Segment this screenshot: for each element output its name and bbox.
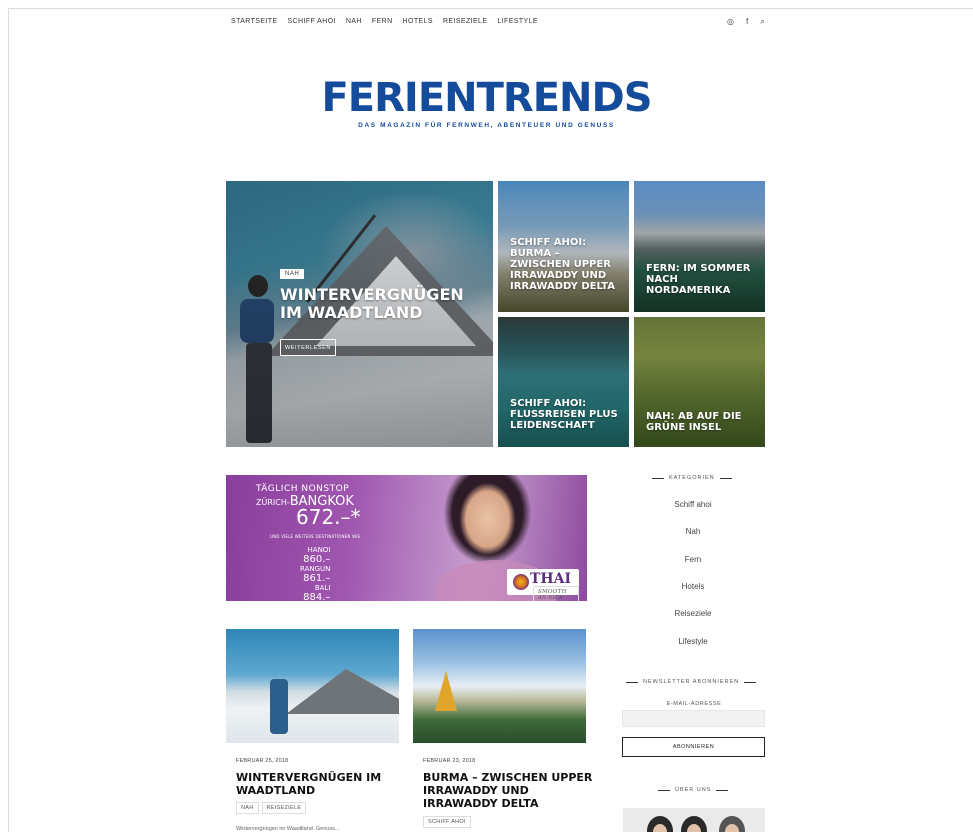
- post-title[interactable]: WINTERVERGNÜGEN IM WAADTLAND: [236, 771, 406, 797]
- hero-tile-nordamerika[interactable]: FERN: IM SOMMER NACH NORDAMERIKA: [634, 181, 765, 312]
- category-reiseziele[interactable]: Reiseziele: [623, 609, 763, 618]
- nav-item-startseite[interactable]: STARTSEITE: [231, 18, 283, 25]
- social-links: ◎ f ⌕: [727, 17, 765, 27]
- tag-nah[interactable]: NAH: [236, 802, 259, 814]
- nav-item-reiseziele[interactable]: REISEZIELE: [438, 18, 492, 25]
- thai-airways-ad-banner[interactable]: TÄGLICH NONSTOP ZÜRICH-BANGKOK 672.–* UN…: [226, 475, 587, 601]
- hero-tile-title: SCHIFF AHOI: BURMA – ZWISCHEN UPPER IRRA…: [510, 237, 615, 292]
- nav-item-fern[interactable]: FERN: [367, 18, 398, 25]
- nav-item-lifestyle[interactable]: LIFESTYLE: [492, 18, 543, 25]
- hero-tile-flussreisen[interactable]: SCHIFF AHOI: FLUSSREISEN PLUS LEIDENSCHA…: [498, 317, 629, 447]
- search-icon[interactable]: ⌕: [760, 17, 764, 27]
- site-logo[interactable]: FERIENTRENDS DAS MAGAZIN FÜR FERNWEH, AB…: [0, 78, 973, 129]
- post-date: FEBRUAR 25, 2018: [236, 758, 289, 764]
- logo-subtitle: DAS MAGAZIN FÜR FERNWEH, ABENTEUER UND G…: [358, 122, 615, 129]
- category-hotels[interactable]: Hotels: [623, 582, 763, 591]
- post-date: FEBRUAR 23, 2018: [423, 758, 476, 764]
- nav-item-schiff-ahoi[interactable]: SCHIFF AHOI: [283, 18, 341, 25]
- ad-more-destinations: UND VIELE WEITERE DESTINATIONEN WIE: [270, 534, 361, 539]
- hero-category-badge[interactable]: NAH: [280, 269, 305, 279]
- post-title[interactable]: BURMA – ZWISCHEN UPPER IRRAWADDY UND IRR…: [423, 771, 593, 811]
- logo-title: FERIENTRENDS: [321, 75, 652, 121]
- post-image-burma[interactable]: [413, 629, 586, 743]
- category-nah[interactable]: Nah: [623, 527, 763, 536]
- nav-item-hotels[interactable]: HOTELS: [398, 18, 438, 25]
- email-label: E-MAIL-ADRESSE: [666, 701, 722, 707]
- orchid-icon: [513, 574, 529, 590]
- thai-logo: THAI Smooth as silk: [507, 569, 579, 601]
- facebook-icon[interactable]: f: [746, 17, 748, 27]
- categories-heading: KATEGORIEN: [652, 475, 732, 481]
- nav-item-nah[interactable]: NAH: [341, 18, 367, 25]
- post-excerpt: Wintervergnügen im Waadtland. Genuss...: [236, 826, 340, 832]
- post-tags: SCHIFF AHOI: [423, 816, 471, 828]
- subscribe-button[interactable]: ABONNIEREN: [622, 737, 765, 757]
- instagram-icon[interactable]: ◎: [727, 17, 734, 27]
- email-input[interactable]: [622, 710, 765, 727]
- hero-readmore-button[interactable]: WEITERLESEN: [280, 339, 336, 356]
- hero-tile-title: FERN: IM SOMMER NACH NORDAMERIKA: [646, 263, 751, 296]
- category-schiff-ahoi[interactable]: Schiff ahoi: [623, 500, 763, 509]
- hero-tile-burma[interactable]: SCHIFF AHOI: BURMA – ZWISCHEN UPPER IRRA…: [498, 181, 629, 312]
- post-image-winter[interactable]: [226, 629, 399, 743]
- hero-title[interactable]: WINTERVERGNÜGEN IM WAADTLAND: [280, 286, 480, 321]
- category-fern[interactable]: Fern: [623, 555, 763, 564]
- post-tags: NAH REISEZIELE: [236, 802, 307, 814]
- hero-tile-title: NAH: AB AUF DIE GRÜNE INSEL: [646, 411, 742, 433]
- newsletter-heading: NEWSLETTER ABONNIEREN: [626, 679, 756, 685]
- hero-featured-post[interactable]: NAH WINTERVERGNÜGEN IM WAADTLAND WEITERL…: [226, 181, 493, 447]
- main-nav: STARTSEITE SCHIFF AHOI NAH FERN HOTELS R…: [231, 18, 543, 25]
- about-team-photo: [623, 808, 765, 832]
- ad-destination-prices: HANOI 860.– RANGUN 861.– BALI 884.–: [300, 546, 331, 601]
- tag-reiseziele[interactable]: REISEZIELE: [261, 802, 307, 814]
- ad-main-price: 672.–*: [296, 505, 361, 529]
- ad-headline: TÄGLICH NONSTOP: [256, 484, 350, 494]
- tag-schiff-ahoi[interactable]: SCHIFF AHOI: [423, 816, 471, 828]
- category-lifestyle[interactable]: Lifestyle: [623, 637, 763, 646]
- hero-tile-title: SCHIFF AHOI: FLUSSREISEN PLUS LEIDENSCHA…: [510, 398, 618, 431]
- hero-tile-gruene-insel[interactable]: NAH: AB AUF DIE GRÜNE INSEL: [634, 317, 765, 447]
- about-heading: ÜBER UNS: [658, 787, 728, 793]
